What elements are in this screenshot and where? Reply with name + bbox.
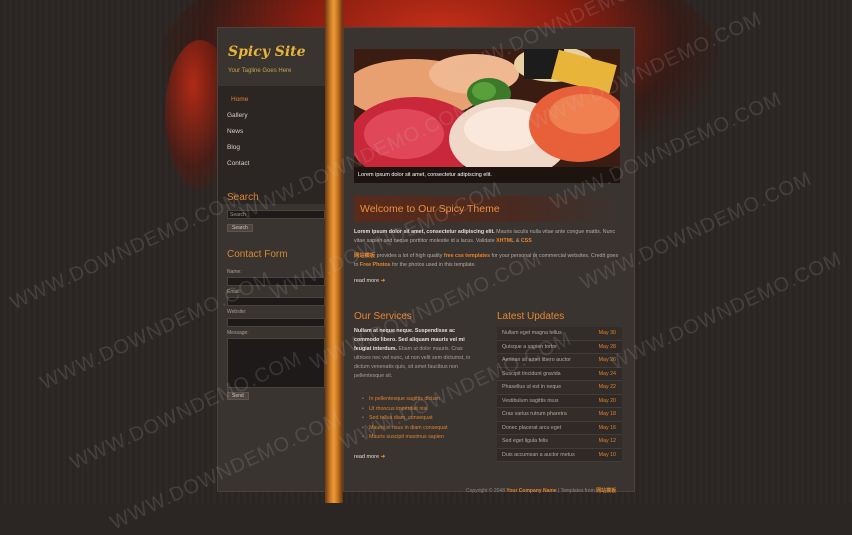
welcome-banner: Welcome to Our Spicy Theme	[354, 196, 620, 222]
services-heading: Our Services	[354, 311, 412, 322]
list-item[interactable]: Sed eget ligula felis May 12	[497, 435, 622, 449]
site-logo[interactable]: Spicy Site	[228, 44, 306, 60]
welcome-read-more[interactable]: read more ➜	[354, 278, 385, 284]
update-date: May 12	[598, 438, 616, 444]
message-textarea[interactable]	[227, 338, 325, 388]
welcome-read-more-label: read more	[354, 278, 380, 284]
brand-link[interactable]: 网站模板	[354, 253, 375, 259]
welcome-p1-bold: Lorem ipsum dolor sit amet, consectetur …	[354, 229, 495, 235]
email-label: Email:	[227, 289, 241, 295]
services-read-more[interactable]: read more ➜	[354, 454, 385, 460]
send-button[interactable]: Send	[227, 392, 249, 400]
welcome-p2-text1: provides a lot of high quality	[375, 253, 444, 259]
search-button[interactable]: Search	[227, 224, 253, 232]
updates-heading: Latest Updates	[497, 311, 565, 322]
xhtml-link[interactable]: XHTML	[496, 238, 514, 244]
welcome-p2-text3: for the photos used in this template.	[390, 262, 476, 268]
update-title: Sed eget ligula felis	[502, 438, 548, 444]
update-title: Aenean sit amet libero auctor	[502, 357, 571, 363]
update-date: May 10	[598, 451, 616, 458]
email-field[interactable]	[227, 297, 325, 306]
list-item[interactable]: Vestibulum sagittis risus May 20	[497, 394, 622, 408]
services-list: In pellentesque sagittis dictum Ut rhonc…	[362, 395, 482, 443]
search-input[interactable]: Search	[227, 210, 325, 219]
update-title: Vestibulum sagittis risus	[502, 397, 559, 404]
message-label: Message:	[227, 330, 249, 336]
site-tagline: Your Tagline Goes Here	[228, 68, 292, 74]
update-title: Nullam eget magna tellus	[502, 330, 562, 336]
css-link[interactable]: CSS	[521, 238, 532, 244]
arrow-right-icon: ➜	[380, 278, 386, 284]
sushi-photo	[354, 49, 620, 183]
update-title: Cras varius rutrum pharetra	[502, 411, 567, 417]
free-photos-link[interactable]: Free Photos	[360, 262, 391, 268]
sidebar: Spicy Site Your Tagline Goes Here Home G…	[217, 27, 327, 492]
update-date: May 18	[598, 411, 616, 417]
website-field[interactable]	[227, 318, 325, 327]
footer-brand-link[interactable]: 网站模板	[596, 488, 616, 494]
list-item[interactable]: Mauris in risus in diam consequat	[362, 424, 482, 434]
list-item[interactable]: Phasellus ut est in neque May 22	[497, 381, 622, 395]
orange-column-divider	[325, 0, 343, 503]
list-item[interactable]: Aenean sit amet libero auctor May 26	[497, 354, 622, 368]
nav-item-contact[interactable]: Contact	[227, 160, 249, 167]
update-date: May 30	[598, 330, 616, 336]
update-title: Quisque a sapien tortor	[502, 343, 558, 350]
services-intro: Nullam at neque neque. Suspendisse ac co…	[354, 327, 480, 381]
update-title: Duis accumsan a auctor metus	[502, 451, 575, 458]
welcome-paragraph-2: 网站模板 provides a lot of high quality free…	[354, 252, 620, 270]
main-content: Lorem ipsum dolor sit amet, consectetur …	[343, 27, 635, 492]
list-item[interactable]: Donec placerat arcu eget May 16	[497, 421, 622, 435]
update-date: May 20	[598, 397, 616, 404]
update-date: May 16	[598, 424, 616, 431]
free-css-templates-link[interactable]: free css templates	[444, 253, 490, 259]
nav-item-gallery[interactable]: Gallery	[227, 112, 248, 119]
update-date: May 26	[598, 357, 616, 363]
page-wrapper: Spicy Site Your Tagline Goes Here Home G…	[217, 0, 635, 503]
name-label: Name:	[227, 269, 242, 275]
update-date: May 24	[598, 370, 616, 377]
search-heading: Search	[227, 192, 259, 203]
welcome-title: Welcome to Our Spicy Theme	[360, 203, 500, 215]
hero-image: Lorem ipsum dolor sit amet, consectetur …	[354, 49, 620, 183]
update-title: Phasellus ut est in neque	[502, 384, 562, 390]
list-item[interactable]: Mauris suscipit maximus sapien	[362, 433, 482, 443]
arrow-right-icon: ➜	[380, 454, 386, 460]
footer-templates-from: | Templates from	[556, 488, 597, 494]
list-item[interactable]: Sed tellus diam, consequat	[362, 414, 482, 424]
hero-caption: Lorem ipsum dolor sit amet, consectetur …	[354, 167, 620, 183]
update-date: May 28	[598, 343, 616, 350]
name-field[interactable]	[227, 277, 325, 286]
list-item[interactable]: Ut rhoncus imperdiet nisi	[362, 405, 482, 415]
update-date: May 22	[598, 384, 616, 390]
list-item[interactable]: Nullam eget magna tellus May 30	[497, 327, 622, 341]
list-item[interactable]: Quisque a sapien tortor May 28	[497, 340, 622, 354]
website-label: Website:	[227, 309, 247, 315]
footer-company-link[interactable]: Your Company Name	[506, 488, 556, 494]
update-title: Suscipit tincidunt gravida	[502, 370, 561, 377]
main-nav: Home Gallery News Blog Contact	[218, 86, 326, 204]
footer: Copyright © 2048 Your Company Name | Tem…	[466, 487, 616, 494]
update-title: Donec placerat arcu eget	[502, 424, 562, 431]
list-item[interactable]: Duis accumsan a auctor metus May 10	[497, 448, 622, 462]
footer-copyright: Copyright © 2048	[466, 488, 507, 494]
list-item[interactable]: Cras varius rutrum pharetra May 18	[497, 408, 622, 422]
nav-item-blog[interactable]: Blog	[227, 144, 240, 151]
updates-list: Nullam eget magna tellus May 30 Quisque a…	[497, 327, 622, 462]
contact-form-heading: Contact Form	[227, 249, 288, 260]
list-item[interactable]: Suscipit tincidunt gravida May 24	[497, 367, 622, 381]
nav-item-news[interactable]: News	[227, 128, 243, 135]
welcome-paragraph-1: Lorem ipsum dolor sit amet, consectetur …	[354, 228, 620, 246]
list-item[interactable]: In pellentesque sagittis dictum	[362, 395, 482, 405]
nav-item-home[interactable]: Home	[231, 96, 248, 103]
services-read-more-label: read more	[354, 454, 380, 460]
